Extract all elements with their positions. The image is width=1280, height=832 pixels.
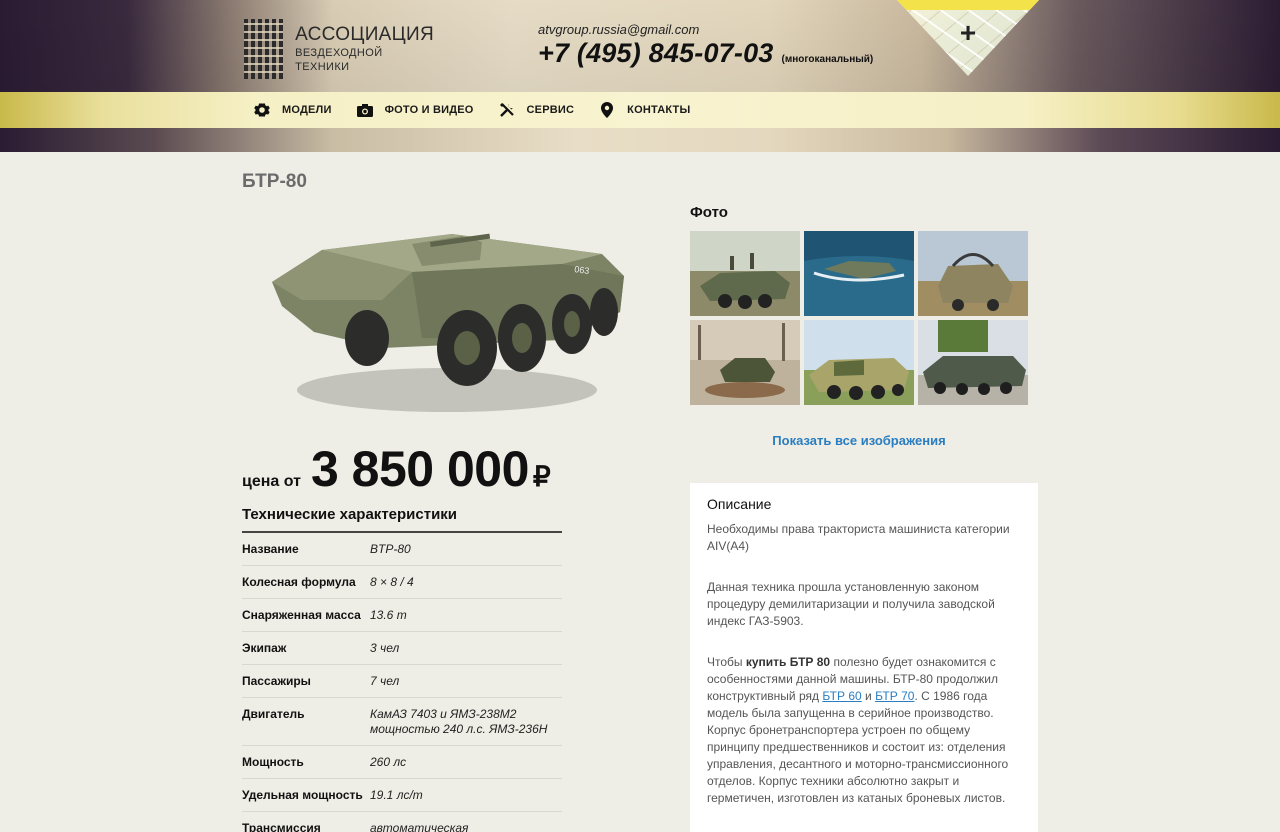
link-btr-60[interactable]: БТР 60	[822, 689, 861, 703]
specs-table: Технические характеристики Название BTP-…	[242, 506, 562, 832]
specs-title: Технические характеристики	[242, 506, 562, 533]
nav-label-models: МОДЕЛИ	[282, 104, 332, 116]
description-text: и	[861, 689, 876, 703]
spec-key: Двигатель	[242, 707, 305, 721]
nav-item-service[interactable]: СЕРВИС	[498, 101, 575, 119]
svg-text:063: 063	[574, 264, 590, 276]
contact-phone[interactable]: +7 (495) 845-07-03	[538, 38, 774, 69]
nav-items: МОДЕЛИ ФОТО И ВИДЕО СЕРВИС КОНТАКТЫ	[253, 92, 714, 128]
table-row: Удельная мощность 19.1 лс/т	[242, 779, 562, 812]
header-bottom-band	[0, 128, 1280, 152]
table-row: Пассажиры 7 чел	[242, 665, 562, 698]
spec-key: Колесная формула	[242, 575, 356, 589]
spec-key: Удельная мощность	[242, 788, 363, 802]
location-pin-icon	[598, 101, 616, 119]
photo-thumbnail[interactable]	[804, 320, 914, 405]
spec-value: 260 лс	[370, 755, 407, 769]
description-bold-text: купить БТР 80	[745, 655, 831, 669]
logo-text: АССОЦИАЦИЯ ВЕЗДЕХОДНОЙ ТЕХНИКИ	[295, 24, 434, 74]
spec-value: 3 чел	[370, 641, 400, 655]
price-prefix: цена от	[242, 473, 301, 490]
description-text: . С 1986 года модель была запущенна в се…	[707, 689, 1009, 805]
photo-thumbnail[interactable]	[690, 231, 800, 316]
spec-key: Снаряженная масса	[242, 608, 361, 622]
main-nav: МОДЕЛИ ФОТО И ВИДЕО СЕРВИС КОНТАКТЫ	[0, 92, 1280, 128]
spec-value: 8 × 8 / 4	[370, 575, 414, 589]
description-text: Чтобы	[707, 655, 746, 669]
photos-title: Фото	[690, 204, 728, 221]
armored-vehicle-image[interactable]: 063	[262, 220, 632, 420]
link-btr-70[interactable]: БТР 70	[875, 689, 914, 703]
nav-label-contacts: КОНТАКТЫ	[627, 104, 691, 116]
spec-value: КамАЗ 7403 и ЯМЗ-238М2 мощностью 240 л.с…	[370, 707, 548, 736]
spec-value: автоматическая	[370, 821, 469, 832]
description-paragraph: Данная техника прошла установленную зако…	[707, 580, 995, 628]
nav-item-contacts[interactable]: КОНТАКТЫ	[598, 101, 690, 119]
table-row: Экипаж 3 чел	[242, 632, 562, 665]
phone-row: +7 (495) 845-07-03 (многоканальный)	[538, 38, 873, 69]
logo-subtitle: ВЕЗДЕХОДНОЙ ТЕХНИКИ	[295, 47, 383, 73]
price-row: цена от 3 850 000 ₽	[242, 440, 551, 498]
show-all-images-link[interactable]: Показать все изображения	[690, 433, 1028, 448]
photo-thumbnail[interactable]	[804, 231, 914, 316]
table-row: Колесная формула 8 × 8 / 4	[242, 566, 562, 599]
spec-value: 13.6 т	[370, 608, 407, 622]
price-value: 3 850 000	[310, 441, 529, 497]
header-contacts: atvgroup.russia@gmail.com +7 (495) 845-0…	[538, 22, 873, 69]
photo-thumbnail[interactable]	[918, 320, 1028, 405]
description-paragraph: Необходимы права тракториста машиниста к…	[707, 522, 1010, 553]
contact-email[interactable]: atvgroup.russia@gmail.com	[538, 22, 873, 37]
spec-key: Пассажиры	[242, 674, 311, 688]
camera-icon	[356, 101, 374, 119]
page-title: БТР-80	[242, 171, 307, 192]
spec-key: Мощность	[242, 755, 304, 769]
logo-title: АССОЦИАЦИЯ	[295, 24, 434, 45]
site-logo[interactable]: АССОЦИАЦИЯ ВЕЗДЕХОДНОЙ ТЕХНИКИ	[244, 18, 434, 80]
photo-thumbnail[interactable]	[918, 231, 1028, 316]
plus-icon[interactable]: +	[955, 19, 981, 47]
spec-key: Экипаж	[242, 641, 287, 655]
nav-item-models[interactable]: МОДЕЛИ	[253, 101, 332, 119]
spec-value: 19.1 лс/т	[370, 788, 423, 802]
phone-note: (многоканальный)	[781, 54, 874, 65]
photo-thumbnail[interactable]	[690, 320, 800, 405]
gear-icon	[253, 101, 271, 119]
table-row: Снаряженная масса 13.6 т	[242, 599, 562, 632]
nav-label-service: СЕРВИС	[526, 104, 575, 116]
table-row: Двигатель КамАЗ 7403 и ЯМЗ-238М2 мощност…	[242, 698, 562, 746]
spec-key: Трансмиссия	[242, 821, 321, 832]
spec-key: Название	[242, 542, 299, 556]
table-row: Трансмиссия автоматическая	[242, 812, 562, 832]
description-paragraph: Чтобы купить БТР 80 полезно будет ознако…	[707, 654, 1021, 807]
nav-item-photo-video[interactable]: ФОТО И ВИДЕО	[356, 101, 474, 119]
spec-value: BTP-80	[370, 542, 411, 556]
nav-label-photo-video: ФОТО И ВИДЕО	[384, 104, 474, 116]
table-row: Мощность 260 лс	[242, 746, 562, 779]
ruble-icon: ₽	[532, 461, 551, 492]
tools-icon	[498, 101, 516, 119]
spec-value: 7 чел	[370, 674, 400, 688]
description-card: Описание Необходимы права тракториста ма…	[690, 483, 1038, 832]
logo-tire-tread-icon	[244, 19, 284, 79]
photo-gallery	[690, 231, 1029, 405]
description-title: Описание	[707, 496, 772, 512]
table-row: Название BTP-80	[242, 533, 562, 566]
